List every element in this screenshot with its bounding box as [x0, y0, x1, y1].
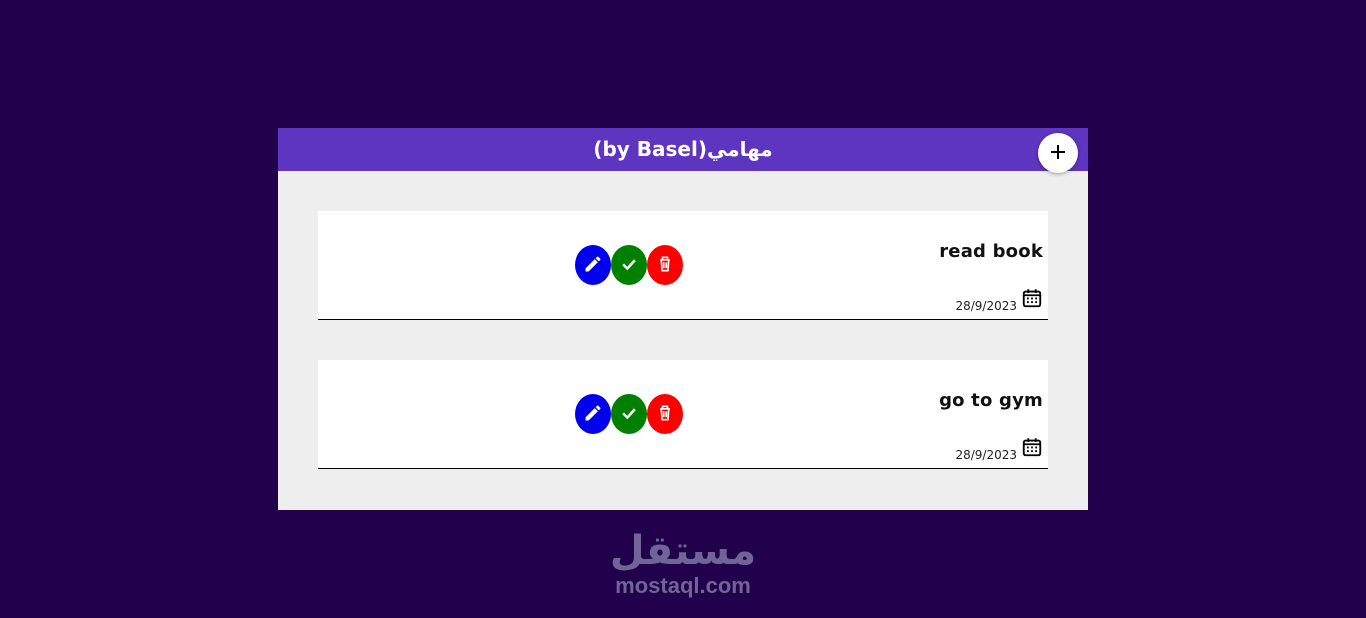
pencil-icon [583, 403, 603, 426]
complete-task-button[interactable] [611, 394, 647, 434]
watermark-arabic: مستقل [609, 528, 757, 574]
task-list: read book 28/9/2023 go to gym 28/9/2023 [318, 211, 1048, 509]
check-icon [619, 254, 639, 277]
plus-icon [1048, 142, 1068, 165]
delete-task-button[interactable] [647, 245, 683, 285]
task-actions [575, 245, 683, 285]
watermark-latin: mostaql.com [615, 573, 751, 598]
task-date-text: 28/9/2023 [955, 299, 1017, 313]
task-actions [575, 394, 683, 434]
complete-task-button[interactable] [611, 245, 647, 285]
calendar-icon [1021, 436, 1043, 462]
pencil-icon [583, 254, 603, 277]
task-date: 28/9/2023 [955, 436, 1043, 462]
task-title: read book [939, 241, 1043, 262]
check-icon [619, 403, 639, 426]
edit-task-button[interactable] [575, 394, 611, 434]
task-card: go to gym 28/9/2023 [318, 360, 1048, 469]
delete-task-button[interactable] [647, 394, 683, 434]
add-task-button[interactable] [1038, 133, 1078, 173]
trash-icon [655, 254, 675, 277]
edit-task-button[interactable] [575, 245, 611, 285]
mostaql-watermark: مستقل mostaql.com [600, 528, 766, 598]
trash-icon [655, 403, 675, 426]
tasks-app: مهامي(by Basel) read book 28/9/2023 go t… [278, 128, 1088, 510]
task-date-text: 28/9/2023 [955, 448, 1017, 462]
task-title: go to gym [939, 390, 1043, 411]
app-title: مهامي(by Basel) [593, 137, 773, 161]
app-header: مهامي(by Basel) [278, 128, 1088, 173]
task-card: read book 28/9/2023 [318, 211, 1048, 320]
task-date: 28/9/2023 [955, 287, 1043, 313]
calendar-icon [1021, 287, 1043, 313]
